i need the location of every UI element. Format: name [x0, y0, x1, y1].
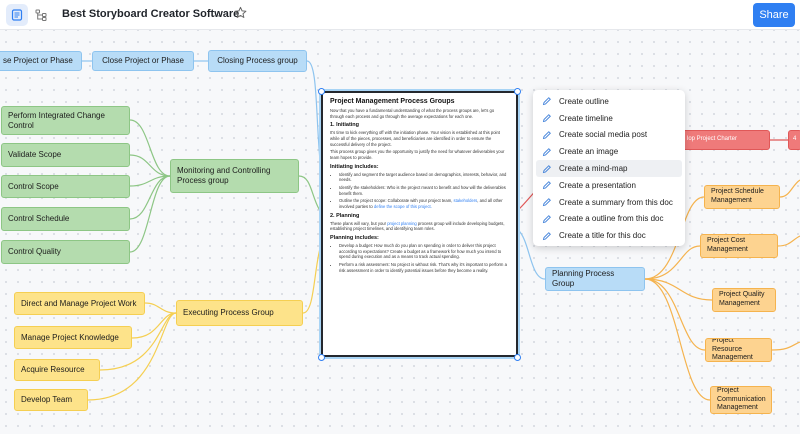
doc-section-planning: 2. Planning: [330, 212, 360, 219]
menu-item-label: Create outline: [559, 96, 609, 106]
doc-list-item: Identify the stakeholders: Who is the pr…: [339, 185, 509, 196]
node-close-project-phase[interactable]: Close Project or Phase: [92, 51, 194, 71]
menu-item-label: Create a mind-map: [559, 164, 628, 174]
more-options-icon[interactable]: ···: [212, 8, 227, 22]
mindmap-icon: [35, 9, 47, 21]
node-direct-manage-project-work[interactable]: Direct and Manage Project Work: [14, 292, 145, 315]
doc-list-item: Develop a budget: How much do you plan o…: [339, 243, 509, 260]
menu-item-label: Create an image: [559, 147, 619, 157]
document-view-button[interactable]: [6, 4, 28, 26]
define-scope-link[interactable]: define the scope of this project.: [374, 204, 432, 209]
doc-list-item: Identify and segment the target audience…: [339, 172, 509, 183]
pen-icon: [542, 214, 552, 224]
ai-actions-menu: Create outline Create timeline Create so…: [533, 90, 685, 246]
pen-icon: [542, 130, 552, 140]
doc-paragraph: These plans will vary, but your project …: [330, 221, 509, 232]
node-control-quality[interactable]: Control Quality: [1, 240, 130, 264]
doc-paragraph: It's time to kick everything off with th…: [330, 130, 500, 147]
menu-item-label: Create a title for this doc: [559, 231, 646, 241]
menu-item-create-title[interactable]: Create a title for this doc: [536, 227, 682, 244]
doc-subheading-initiating-includes: Initiating includes:: [330, 163, 379, 170]
node-develop-team[interactable]: Develop Team: [14, 389, 88, 411]
node-project-resource-management[interactable]: Project Resource Management: [705, 338, 772, 362]
stakeholders-link[interactable]: stakeholders: [454, 198, 478, 203]
node-project-quality-management[interactable]: Project Quality Management: [712, 288, 776, 312]
star-icon: [234, 6, 247, 18]
project-planning-link[interactable]: project planning: [387, 221, 417, 226]
node-control-scope[interactable]: Control Scope: [1, 175, 130, 198]
node-monitoring-controlling-process-group[interactable]: Monitoring and Controlling Process group: [170, 159, 299, 193]
doc-list-item: Outline the project scope: Collaborate w…: [339, 198, 509, 209]
resize-handle-bottom-right[interactable]: [514, 354, 521, 361]
resize-handle-bottom-left[interactable]: [318, 354, 325, 361]
doc-section-initiating: 1. Initiating: [330, 122, 360, 129]
resize-handle-top-left[interactable]: [318, 88, 325, 95]
pen-icon: [542, 164, 552, 174]
node-red-partial[interactable]: 4: [788, 130, 800, 150]
doc-list-initiating: Identify and segment the target audience…: [330, 172, 509, 210]
share-button[interactable]: Share: [753, 3, 795, 27]
document-node-card[interactable]: Project Management Process Groups Now th…: [321, 91, 518, 357]
doc-list-planning: Develop a budget: How much do you plan o…: [330, 243, 509, 273]
node-project-communication-management[interactable]: Project Communication Management: [710, 386, 772, 414]
node-project-schedule-management[interactable]: Project Schedule Management: [704, 185, 780, 209]
resize-handle-top-right[interactable]: [514, 88, 521, 95]
menu-item-create-image[interactable]: Create an image: [536, 143, 682, 160]
node-acquire-resource[interactable]: Acquire Resource: [14, 359, 100, 381]
node-manage-project-knowledge[interactable]: Manage Project Knowledge: [14, 326, 132, 349]
menu-item-create-presentation[interactable]: Create a presentation: [536, 177, 682, 194]
node-develop-project-charter-partial[interactable]: lop Project Charter: [680, 130, 770, 150]
menu-item-label: Create social media post: [559, 130, 648, 140]
pen-icon: [542, 113, 552, 123]
pen-icon: [542, 147, 552, 157]
menu-item-create-summary[interactable]: Create a summary from this doc: [536, 194, 682, 211]
doc-text: These plans will vary, but your: [330, 220, 388, 226]
doc-intro: Now that you have a fundamental understa…: [330, 108, 495, 119]
menu-item-create-outline-from-doc[interactable]: Create a outline from this doc: [536, 211, 682, 228]
menu-item-label: Create a outline from this doc: [559, 214, 664, 224]
favorite-button[interactable]: [234, 6, 247, 24]
doc-paragraph: This process group gives you the opportu…: [330, 149, 505, 161]
menu-item-create-timeline[interactable]: Create timeline: [536, 110, 682, 127]
pen-icon: [542, 197, 552, 207]
node-close-project-phase-partial[interactable]: se Project or Phase: [0, 51, 82, 71]
pen-icon: [542, 180, 552, 190]
node-project-cost-management[interactable]: Project Cost Management: [700, 234, 778, 258]
menu-item-create-social-media-post[interactable]: Create social media post: [536, 127, 682, 144]
document-icon: [11, 9, 23, 21]
node-perform-integrated-change-control[interactable]: Perform Integrated Change Control: [1, 106, 130, 135]
node-planning-process-group[interactable]: Planning Process Group: [545, 267, 645, 291]
pen-icon: [542, 96, 552, 106]
menu-item-label: Create a summary from this doc: [559, 197, 673, 207]
menu-item-label: Create timeline: [559, 113, 613, 123]
node-control-schedule[interactable]: Control Schedule: [1, 207, 130, 231]
top-toolbar: Best Storyboard Creator Software ··· Sha…: [0, 0, 800, 30]
node-closing-process-group[interactable]: Closing Process group: [208, 50, 307, 72]
mindmap-view-button[interactable]: [30, 4, 52, 26]
pen-icon: [542, 231, 552, 241]
menu-item-create-mind-map[interactable]: Create a mind-map: [536, 160, 682, 177]
node-executing-process-group[interactable]: Executing Process Group: [176, 300, 303, 326]
doc-title: Project Management Process Groups: [330, 98, 455, 105]
menu-item-create-outline[interactable]: Create outline: [536, 93, 682, 110]
node-validate-scope[interactable]: Validate Scope: [1, 143, 130, 167]
menu-item-label: Create a presentation: [559, 180, 636, 190]
doc-text: Outline the project scope: Collaborate w…: [339, 198, 454, 204]
doc-subheading-planning-includes: Planning includes:: [330, 235, 379, 242]
doc-list-item: Perform a risk assessment: No project is…: [339, 262, 509, 273]
